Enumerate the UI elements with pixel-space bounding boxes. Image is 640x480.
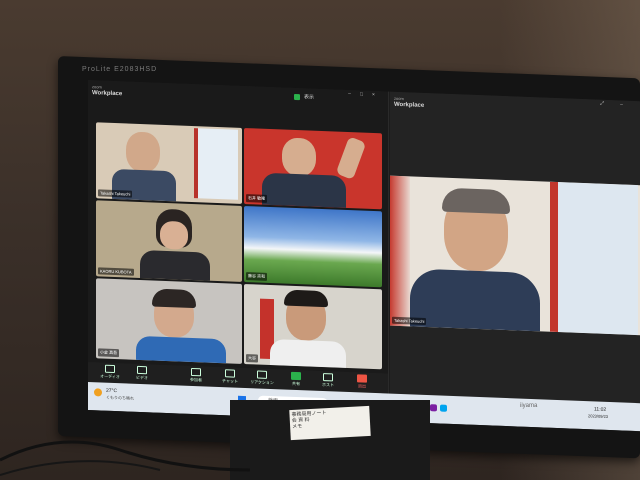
chat-icon[interactable]: チャット [218, 369, 242, 385]
person-body [136, 335, 226, 364]
participants-icon[interactable]: 参加者 [184, 367, 208, 384]
microphone-icon[interactable]: オーディオ [98, 364, 122, 380]
maximize-icon[interactable]: □ [360, 91, 366, 97]
zoom-gallery-window: zoom Workplace 表示 – □ × Takashi Takeuchi… [88, 80, 389, 394]
view-button[interactable]: 表示 [304, 93, 314, 100]
clock-time[interactable]: 11:02 [594, 406, 606, 412]
person-face [160, 220, 188, 250]
monitor-brand: ProLite E2083HSD [82, 66, 158, 73]
window-background [550, 181, 638, 336]
close-icon[interactable]: × [372, 92, 378, 98]
expand-icon[interactable]: ⤢ [600, 101, 606, 107]
minimize-icon[interactable]: – [620, 101, 626, 107]
person-face [126, 131, 160, 173]
person-hand [335, 136, 367, 181]
person-hair [442, 187, 510, 215]
window-title: zoom Workplace [92, 83, 122, 98]
participant-name: Takashi Takeuchi [98, 189, 133, 198]
teams-icon[interactable] [430, 404, 437, 412]
participant-name: KAORU KUBOTA [98, 267, 134, 276]
clock-date: 2023/09/23 [588, 413, 609, 419]
window-background [194, 128, 238, 200]
participant-name: 藤谷 宗和 [246, 272, 268, 281]
monitor-brand-bottom: iiyama [520, 403, 538, 409]
shield-icon [294, 93, 300, 101]
video-tile[interactable]: 小倉 真吾 [96, 278, 242, 364]
store-icon[interactable] [440, 404, 447, 412]
participant-name: 石井 敏隆 [246, 194, 268, 203]
person-body [270, 338, 346, 368]
zoom-speaker-window: zoom Workplace ⤢ – Takashi Takeuchi [390, 91, 640, 404]
person-body [140, 249, 210, 281]
monitor-screen: zoom Workplace 表示 – □ × Takashi Takeuchi… [88, 80, 640, 432]
video-tile[interactable]: 藤谷 宗和 [244, 205, 382, 288]
video-tile[interactable]: Takashi Takeuchi [96, 122, 242, 204]
sticky-note: 事務局用ノート 会 資 料 メモ [289, 405, 371, 441]
share-screen-icon[interactable]: 共有 [284, 371, 308, 388]
minimize-icon[interactable]: – [348, 91, 354, 97]
participant-name: 大谷 [246, 354, 258, 363]
video-tile[interactable]: 石井 敏隆 [244, 127, 382, 210]
speaker-name: Takashi Takeuchi [392, 316, 427, 325]
app-title: Workplace [394, 101, 425, 109]
person-hair [152, 288, 196, 309]
more-icon[interactable]: ホスト [316, 373, 340, 389]
person-face [282, 137, 316, 177]
app-title: Workplace [92, 90, 123, 98]
weather-icon [94, 388, 102, 397]
window-title: zoom Workplace [394, 95, 424, 110]
video-tile[interactable]: 大谷 [244, 283, 382, 370]
active-speaker-video[interactable]: Takashi Takeuchi [390, 175, 640, 336]
person-body [262, 172, 346, 208]
person-hair [284, 289, 328, 308]
video-camera-icon[interactable]: ビデオ [130, 365, 154, 382]
participant-name: 小倉 真吾 [98, 348, 120, 358]
person-body [410, 268, 540, 332]
heart-icon[interactable]: リアクション [250, 370, 274, 386]
leave-icon[interactable]: 退出 [350, 374, 374, 390]
cables [0, 440, 250, 476]
window-frame-left [390, 175, 410, 327]
weather-temp[interactable]: 27°C [106, 388, 117, 394]
video-tile[interactable]: KAORU KUBOTA [96, 200, 242, 282]
